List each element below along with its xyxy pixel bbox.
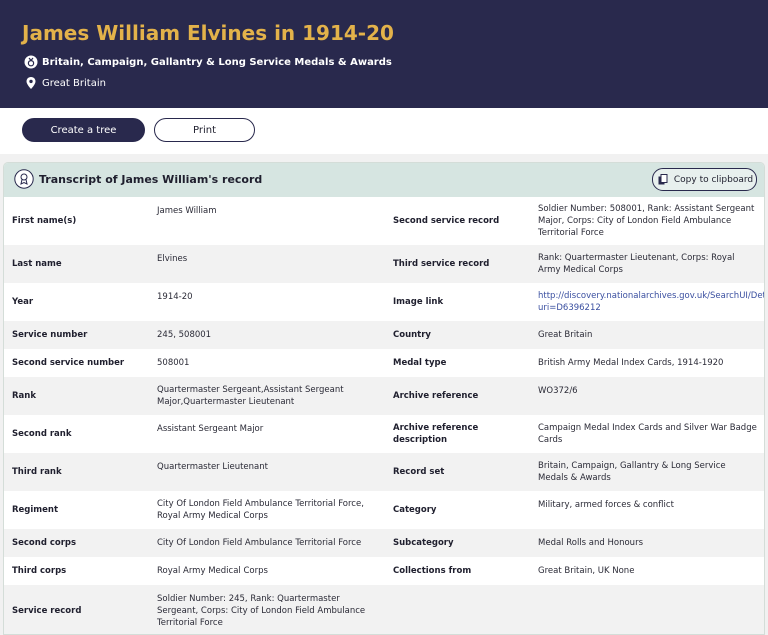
copy-to-clipboard-button[interactable]: Copy to clipboard [652, 168, 757, 191]
copy-icon [656, 173, 670, 187]
year-value: 1914-20 [157, 292, 193, 302]
first-name-s-label: First name(s) [12, 216, 77, 226]
record-header: James William Elvines in 1914-20 Britain… [0, 0, 768, 108]
regiment-label: Regiment [12, 505, 59, 515]
second-corps-value: City Of London Field Ambulance Territori… [149, 529, 385, 557]
collections-from-label: Collections from [393, 566, 472, 576]
archive-reference-label: Archive reference [385, 377, 530, 415]
category-value: Military, armed forces & conflict [538, 500, 674, 510]
location-name: Great Britain [42, 77, 106, 89]
last-name-value: Elvines [149, 245, 385, 283]
record-set-value: Britain, Campaign, Gallantry & Long Serv… [530, 453, 764, 491]
record-table: First name(s) James William Second service… [4, 197, 764, 634]
regiment-value: City Of London Field Ambulance Territori… [157, 499, 364, 521]
empty-right-label [385, 585, 530, 634]
image-link-label: Image link [393, 297, 444, 307]
country-label: Country [385, 321, 530, 349]
subcategory-value: Medal Rolls and Honours [530, 529, 764, 557]
last-name-label: Last name [4, 245, 149, 283]
transcript-header: Transcript of James William's record Cop… [4, 163, 764, 197]
ribbon-badge-icon [14, 169, 34, 189]
service-number-value: 245, 508001 [149, 321, 385, 349]
rank-value: Quartermaster Sergeant,Assistant Sergean… [149, 377, 385, 415]
medal-icon [24, 55, 38, 69]
location-pin-icon [24, 76, 38, 90]
second-corps-label: Second corps [4, 529, 149, 557]
collections-from-value: Great Britain, UK None [538, 566, 635, 576]
action-bar: Create a tree Print [0, 108, 768, 154]
third-rank-value: Quartermaster Lieutenant [149, 453, 385, 491]
third-service-record-label: Third service record [385, 245, 530, 283]
empty-right-value [530, 585, 764, 634]
medal-type-label: Medal type [393, 358, 447, 368]
archive-reference-description-value: Campaign Medal Index Cards and Silver Wa… [538, 423, 757, 445]
second-rank-label: Second rank [12, 429, 72, 439]
archive-reference-value: WO372/6 [530, 377, 764, 415]
subcategory-label: Subcategory [385, 529, 530, 557]
second-service-number-label: Second service number [12, 358, 125, 368]
record-set-label: Record set [385, 453, 530, 491]
country-value: Great Britain [530, 321, 764, 349]
print-button[interactable]: Print [154, 118, 255, 142]
first-name-s-value: James William [157, 206, 217, 216]
second-service-record-label: Second service record [393, 216, 500, 226]
second-service-record-value: Soldier Number: 508001, Rank: Assistant … [538, 204, 755, 238]
collection-line: Britain, Campaign, Gallantry & Long Serv… [24, 55, 392, 69]
copy-label: Copy to clipboard [673, 174, 754, 185]
service-number-label: Service number [4, 321, 149, 349]
image-link-value[interactable]: http://discovery.nationalarchives.gov.uk… [530, 283, 764, 321]
create-tree-button[interactable]: Create a tree [22, 118, 145, 142]
medal-type-value: British Army Medal Index Cards, 1914-192… [538, 358, 724, 368]
second-rank-value: Assistant Sergeant Major [157, 424, 264, 434]
page-title: James William Elvines in 1914-20 [22, 21, 394, 45]
service-record-value: Soldier Number: 245, Rank: Quartermaster… [149, 585, 385, 634]
third-rank-label: Third rank [4, 453, 149, 491]
rank-label: Rank [4, 377, 149, 415]
archive-reference-description-label: Archive reference description [393, 423, 479, 445]
location-line: Great Britain [24, 76, 106, 90]
third-corps-value: Royal Army Medical Corps [157, 566, 268, 576]
year-label: Year [12, 297, 34, 307]
service-record-label: Service record [4, 585, 149, 634]
category-label: Category [393, 505, 437, 515]
collection-name: Britain, Campaign, Gallantry & Long Serv… [42, 56, 392, 68]
second-service-number-value: 508001 [157, 358, 190, 368]
third-service-record-value: Rank: Quartermaster Lieutenant, Corps: R… [530, 245, 764, 283]
third-corps-label: Third corps [12, 566, 67, 576]
transcript-title: Transcript of James William's record [39, 173, 263, 186]
transcript-card: Transcript of James William's record Cop… [3, 162, 765, 635]
